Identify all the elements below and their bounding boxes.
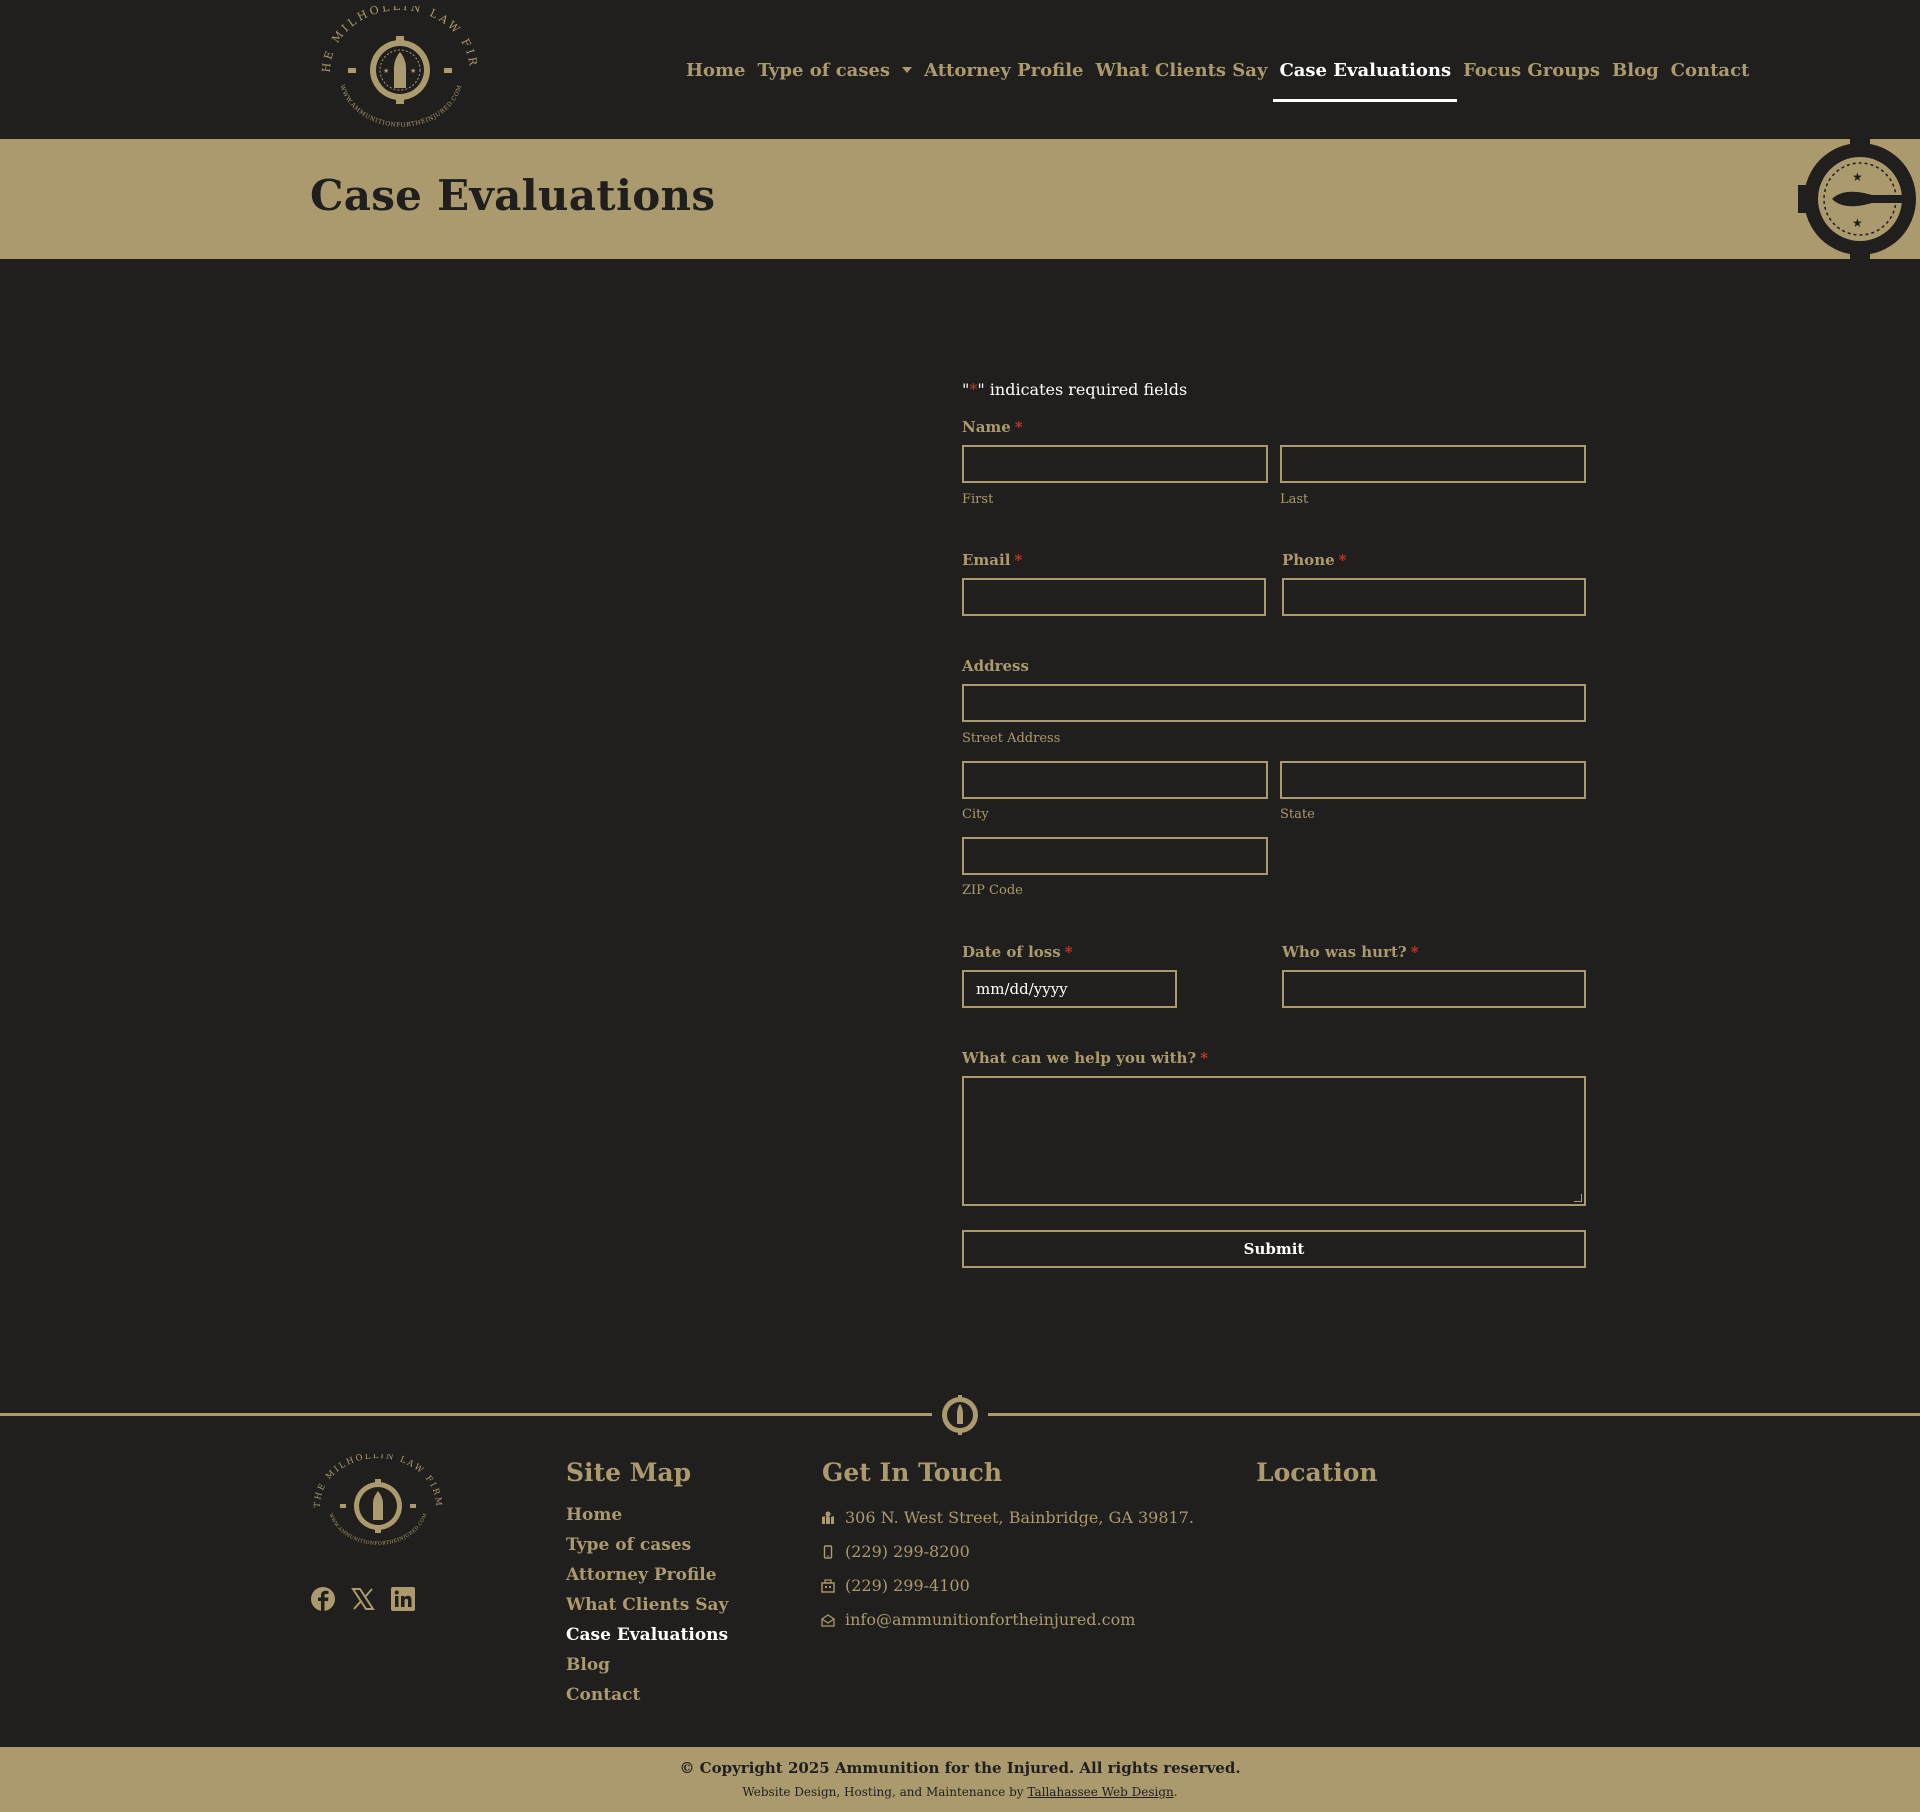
fax-icon	[821, 1578, 835, 1593]
footer-divider-left	[0, 1413, 932, 1416]
contact-address: 306 N. West Street, Bainbridge, GA 39817…	[821, 1508, 1194, 1527]
nav-contact[interactable]: Contact	[1665, 56, 1756, 84]
date-of-loss-label: Date of loss *	[962, 943, 1073, 961]
svg-text:★: ★	[410, 67, 416, 75]
sitemap-link-type-of-cases[interactable]: Type of cases	[566, 1534, 728, 1564]
main-nav: Home Type of cases Attorney Profile What…	[680, 56, 1756, 102]
contact-fax: (229) 299-4100	[821, 1576, 970, 1595]
copyright-bar: © Copyright 2025 Ammunition for the Inju…	[0, 1747, 1920, 1812]
name-label: Name *	[962, 418, 1023, 436]
nav-focus-groups[interactable]: Focus Groups	[1457, 56, 1606, 84]
facebook-icon[interactable]	[310, 1586, 336, 1612]
svg-text:★: ★	[1852, 170, 1863, 184]
scope-emblem-icon: ★ ★	[1798, 139, 1916, 259]
nav-blog[interactable]: Blog	[1606, 56, 1665, 84]
first-sublabel: First	[962, 492, 994, 507]
contact-email[interactable]: info@ammunitionfortheinjured.com	[821, 1610, 1135, 1629]
divider-emblem-icon	[942, 1395, 978, 1435]
zip-sublabel: ZIP Code	[962, 883, 1023, 898]
date-of-loss-input[interactable]: mm/dd/yyyy	[962, 970, 1177, 1008]
map-icon	[822, 1511, 834, 1524]
footer-divider-right	[988, 1413, 1920, 1416]
svg-text:★: ★	[383, 67, 389, 75]
city-input[interactable]	[962, 761, 1268, 799]
x-twitter-icon[interactable]	[350, 1586, 376, 1612]
phone-label: Phone *	[1282, 551, 1347, 569]
nav-case-evaluations[interactable]: Case Evaluations	[1273, 56, 1457, 102]
email-field[interactable]	[962, 578, 1266, 616]
svg-text:★: ★	[1852, 216, 1863, 230]
who-was-hurt-input[interactable]	[1282, 970, 1586, 1008]
footer-logo[interactable]: THE MILHOLLIN LAW FIRM WWW.AMMUNITIONFOR…	[306, 1454, 450, 1558]
nav-what-clients-say[interactable]: What Clients Say	[1090, 56, 1274, 84]
copyright-text: © Copyright 2025 Ammunition for the Inju…	[679, 1759, 1241, 1777]
sitemap-link-home[interactable]: Home	[566, 1504, 728, 1534]
help-textarea[interactable]	[962, 1076, 1586, 1206]
required-fields-note: "*" indicates required fields	[962, 380, 1188, 399]
page-title: Case Evaluations	[310, 171, 716, 220]
city-sublabel: City	[962, 807, 989, 822]
sitemap-link-blog[interactable]: Blog	[566, 1654, 728, 1684]
who-was-hurt-label: Who was hurt? *	[1282, 943, 1419, 961]
linkedin-icon[interactable]	[390, 1586, 416, 1612]
address-label: Address	[962, 657, 1029, 675]
phone-field[interactable]	[1282, 578, 1586, 616]
mobile-phone-icon	[823, 1544, 833, 1559]
resize-handle-icon[interactable]	[1574, 1194, 1582, 1202]
state-sublabel: State	[1280, 807, 1315, 822]
contact-phone[interactable]: (229) 299-8200	[821, 1542, 970, 1561]
credit-text: Website Design, Hosting, and Maintenance…	[742, 1785, 1178, 1799]
nav-home[interactable]: Home	[680, 56, 752, 84]
street-sublabel: Street Address	[962, 731, 1061, 746]
sitemap-link-attorney-profile[interactable]: Attorney Profile	[566, 1564, 728, 1594]
site-header: THE MILHOLLIN LAW FIRM WWW.AMMUNITIONFOR…	[0, 0, 1920, 139]
street-address-input[interactable]	[962, 684, 1586, 722]
chevron-down-icon[interactable]	[902, 67, 913, 73]
state-input[interactable]	[1280, 761, 1586, 799]
email-label: Email *	[962, 551, 1023, 569]
credit-link[interactable]: Tallahassee Web Design	[1027, 1785, 1173, 1799]
first-name-input[interactable]	[962, 445, 1268, 483]
submit-button[interactable]: Submit	[962, 1230, 1586, 1268]
firm-logo[interactable]: THE MILHOLLIN LAW FIRM WWW.AMMUNITIONFOR…	[306, 6, 492, 134]
last-name-input[interactable]	[1280, 445, 1586, 483]
location-heading: Location	[1256, 1458, 1378, 1487]
nav-attorney-profile[interactable]: Attorney Profile	[918, 56, 1089, 84]
nav-type-of-cases[interactable]: Type of cases	[752, 56, 919, 84]
sitemap-link-what-clients-say[interactable]: What Clients Say	[566, 1594, 728, 1624]
page-title-band: Case Evaluations ★ ★	[0, 139, 1920, 259]
last-sublabel: Last	[1280, 492, 1309, 507]
sitemap-link-contact[interactable]: Contact	[566, 1684, 728, 1714]
sitemap-heading: Site Map	[566, 1458, 692, 1487]
date-placeholder: mm/dd/yyyy	[976, 980, 1068, 998]
envelope-open-icon	[821, 1613, 835, 1627]
zip-input[interactable]	[962, 837, 1268, 875]
contact-heading: Get In Touch	[822, 1458, 1003, 1487]
sitemap-list: Home Type of cases Attorney Profile What…	[566, 1504, 728, 1714]
sitemap-link-case-evaluations[interactable]: Case Evaluations	[566, 1624, 728, 1654]
help-label: What can we help you with? *	[962, 1049, 1209, 1067]
